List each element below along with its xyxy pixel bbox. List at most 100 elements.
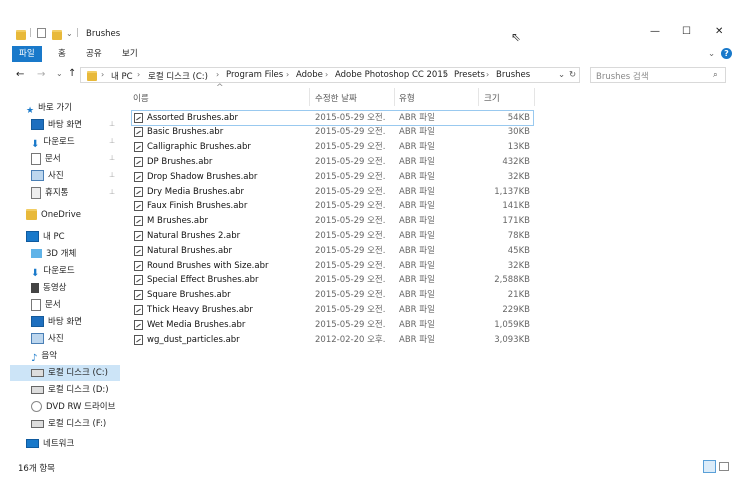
file-row[interactable]: Special Effect Brushes.abr 2015-05-29 오전.…	[132, 273, 533, 288]
file-name: Round Brushes with Size.abr	[147, 260, 269, 271]
minimize-button[interactable]: —	[650, 26, 660, 37]
nav-quick-access[interactable]: ★ 바로 가기	[26, 100, 72, 116]
nav-pictures[interactable]: 사진	[31, 168, 64, 184]
nav-desktop[interactable]: 바탕 화면	[31, 117, 82, 133]
file-size: 21KB	[507, 290, 530, 301]
new-folder-icon[interactable]	[52, 30, 62, 40]
file-row[interactable]: Square Brushes.abr 2015-05-29 오전... ABR 파일…	[132, 288, 533, 303]
quick-access-dropdown-icon[interactable]: ⌄	[66, 29, 73, 38]
file-row[interactable]: Dry Media Brushes.abr 2015-05-29 오전... ABR…	[132, 185, 533, 200]
breadcrumb-presets[interactable]: Presets	[454, 70, 485, 80]
file-date: 2015-05-29 오전...	[315, 245, 385, 256]
column-divider[interactable]	[394, 88, 395, 106]
recycle-bin-icon	[31, 186, 41, 199]
nav-this-pc[interactable]: 내 PC	[26, 229, 65, 245]
column-header-size[interactable]: 크기	[484, 92, 500, 104]
nav-pc-desktop[interactable]: 바탕 화면	[31, 314, 82, 330]
large-icons-view-button[interactable]	[719, 462, 729, 471]
file-size: 171KB	[502, 216, 530, 227]
file-row[interactable]: Natural Brushes 2.abr 2015-05-29 오전... ABR…	[132, 229, 533, 244]
file-row[interactable]: Natural Brushes.abr 2015-05-29 오전... ABR 파…	[132, 244, 533, 259]
details-view-button[interactable]	[703, 460, 716, 473]
file-row[interactable]: Basic Brushes.abr 2015-05-29 오전... ABR 파일 3…	[132, 125, 533, 140]
column-divider[interactable]	[534, 88, 535, 106]
column-header-date[interactable]: 수정한 날짜	[315, 92, 357, 104]
file-row[interactable]: Wet Media Brushes.abr 2015-05-29 오전... ABR…	[132, 318, 533, 333]
nav-pc-pictures[interactable]: 사진	[31, 331, 64, 347]
nav-local-disk-c[interactable]: 로컬 디스크 (C:)	[10, 365, 120, 381]
nav-3d-objects[interactable]: 3D 개체	[31, 246, 76, 262]
back-button[interactable]: ←	[16, 69, 24, 80]
drive-icon	[31, 368, 44, 377]
file-row[interactable]: DP Brushes.abr 2015-05-29 오전... ABR 파일 432K…	[132, 155, 533, 170]
address-dropdown-icon[interactable]: ⌄	[558, 70, 565, 80]
tab-file[interactable]: 파일	[12, 46, 42, 62]
file-row[interactable]: Faux Finish Brushes.abr 2015-05-29 오전... A…	[132, 199, 533, 214]
nav-dvd-drive[interactable]: DVD RW 드라이브	[31, 399, 115, 415]
search-icon[interactable]: ⌕	[713, 70, 718, 80]
file-name: Assorted Brushes.abr	[147, 112, 239, 123]
file-date: 2015-05-29 오전...	[315, 260, 385, 271]
nav-network[interactable]: 네트워크	[26, 436, 74, 452]
breadcrumb-local-disk[interactable]: 로컬 디스크 (C:)	[148, 70, 208, 82]
file-row[interactable]: Calligraphic Brushes.abr 2015-05-29 오전...…	[132, 140, 533, 155]
close-button[interactable]: ✕	[715, 26, 723, 37]
file-row[interactable]: M Brushes.abr 2015-05-29 오전... ABR 파일 171KB	[132, 214, 533, 229]
tab-view[interactable]: 보기	[122, 47, 138, 62]
window-title: Brushes	[86, 29, 121, 39]
file-size: 1,137KB	[494, 186, 530, 197]
nav-pc-documents[interactable]: 문서	[31, 297, 61, 313]
network-icon	[26, 439, 39, 448]
nav-pc-downloads[interactable]: ⬇ 다운로드	[31, 263, 75, 279]
breadcrumb-program-files[interactable]: Program Files	[226, 70, 283, 80]
nav-documents[interactable]: 문서	[31, 151, 61, 167]
cube-icon	[31, 249, 42, 258]
maximize-button[interactable]: ☐	[682, 26, 691, 37]
search-box[interactable]: Brushes 검색 ⌕	[590, 67, 726, 83]
nav-onedrive[interactable]: OneDrive	[26, 207, 81, 223]
address-bar[interactable]: › 내 PC › 로컬 디스크 (C:) › Program Files › A…	[80, 67, 580, 83]
brush-file-icon	[134, 186, 143, 197]
properties-icon[interactable]	[37, 28, 46, 38]
column-divider[interactable]	[478, 88, 479, 106]
nav-local-disk-d[interactable]: 로컬 디스크 (D:)	[31, 382, 109, 398]
recent-locations-icon[interactable]: ⌄	[56, 69, 63, 78]
column-header-type[interactable]: 유형	[399, 92, 415, 104]
file-row[interactable]: Drop Shadow Brushes.abr 2015-05-29 오전... A…	[132, 170, 533, 185]
breadcrumb-brushes[interactable]: Brushes	[496, 70, 530, 80]
column-divider[interactable]	[309, 88, 310, 106]
file-type: ABR 파일	[399, 260, 435, 271]
file-date: 2015-05-29 오전...	[315, 171, 385, 182]
ribbon-expand-icon[interactable]: ⌄	[708, 47, 715, 62]
nav-recycle-bin[interactable]: 휴지통	[31, 185, 68, 201]
breadcrumb-adobe[interactable]: Adobe	[296, 70, 323, 80]
brush-file-icon	[134, 230, 143, 241]
file-row[interactable]: Assorted Brushes.abr 2015-05-29 오전... ABR …	[131, 109, 534, 127]
search-input[interactable]: Brushes 검색	[596, 70, 649, 82]
tab-share[interactable]: 공유	[86, 47, 102, 62]
forward-button[interactable]: →	[37, 69, 45, 80]
up-button[interactable]: ↑	[68, 68, 76, 79]
breadcrumb-photoshop[interactable]: Adobe Photoshop CC 2015	[335, 70, 448, 80]
tab-home[interactable]: 홈	[58, 47, 66, 62]
file-row[interactable]: wg_dust_particles.abr 2012-02-20 오후... ABR…	[132, 333, 533, 348]
file-date: 2012-02-20 오후...	[315, 334, 385, 345]
nav-videos[interactable]: 동영상	[31, 280, 66, 296]
nav-local-disk-f[interactable]: 로컬 디스크 (F:)	[31, 416, 106, 432]
file-date: 2015-05-29 오전...	[315, 142, 385, 153]
nav-music[interactable]: ♪ 음악	[31, 348, 57, 364]
pin-icon: ⊥	[109, 188, 116, 196]
file-name: wg_dust_particles.abr	[147, 334, 240, 345]
file-type: ABR 파일	[399, 216, 435, 227]
nav-downloads[interactable]: ⬇ 다운로드	[31, 134, 75, 150]
breadcrumb-this-pc[interactable]: 내 PC	[111, 70, 133, 82]
help-icon[interactable]: ?	[721, 48, 732, 59]
refresh-button[interactable]: ↻	[569, 70, 576, 80]
column-header-name[interactable]: 이름	[133, 92, 149, 104]
file-size: 78KB	[507, 230, 530, 241]
file-row[interactable]: Thick Heavy Brushes.abr 2015-05-29 오전... A…	[132, 303, 533, 318]
file-size: 2,588KB	[494, 275, 530, 286]
drive-icon	[31, 385, 44, 394]
file-name: Dry Media Brushes.abr	[147, 186, 244, 197]
file-row[interactable]: Round Brushes with Size.abr 2015-05-29 오전…	[132, 259, 533, 274]
